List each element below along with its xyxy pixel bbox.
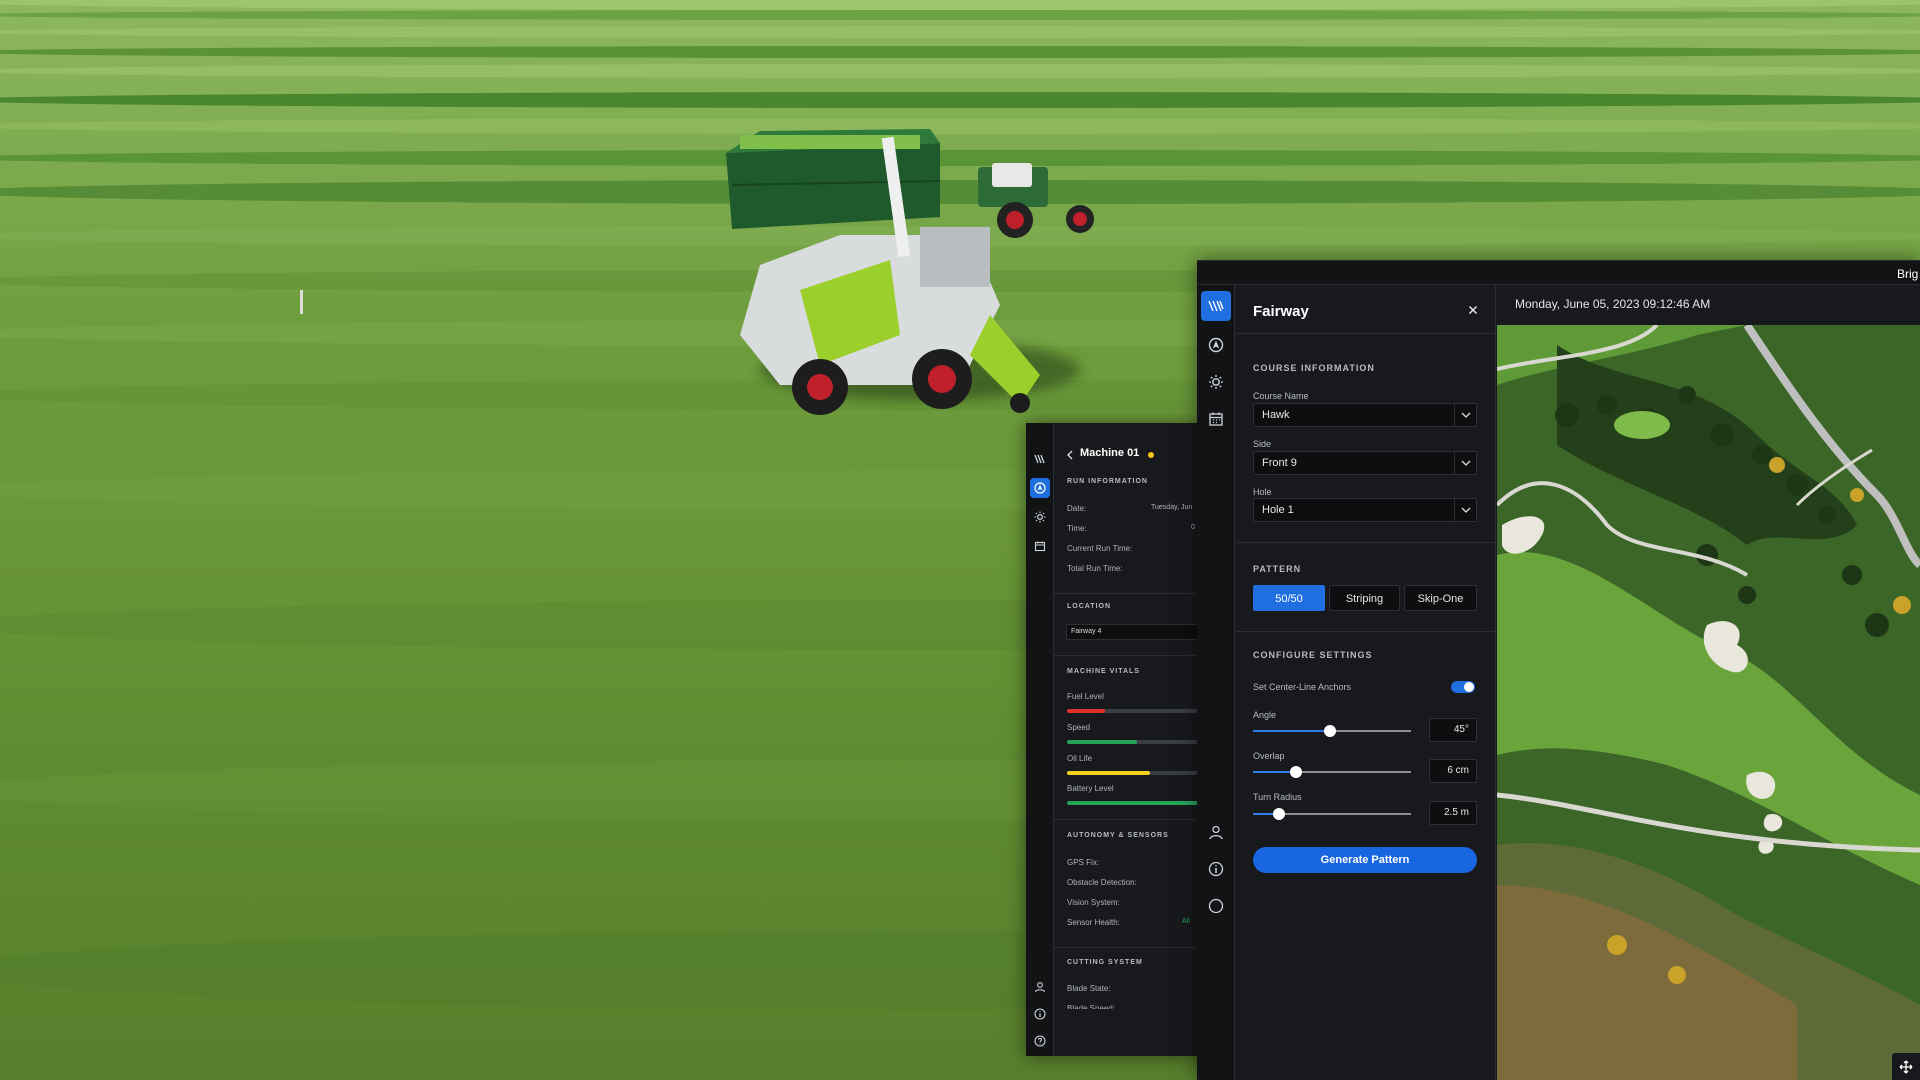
center-line-anchors-toggle[interactable] — [1451, 681, 1475, 693]
fuel-level-fill — [1067, 709, 1105, 713]
overlap-value[interactable]: 6 cm — [1429, 759, 1477, 783]
speed-bar — [1067, 740, 1206, 744]
side-label: Side — [1253, 439, 1272, 449]
panel-title: Fairway — [1253, 303, 1309, 320]
user-icon[interactable] — [1201, 817, 1231, 847]
navigation-icon[interactable] — [1030, 478, 1050, 498]
blade-speed-label: Blade Speed: — [1067, 1004, 1116, 1009]
sensor-health-label: Sensor Health: — [1067, 918, 1120, 927]
blade-state-label: Blade State: — [1067, 984, 1111, 993]
hole-value: Hole 1 — [1262, 504, 1294, 516]
map-imagery — [1497, 325, 1920, 1080]
course-name-label: Course Name — [1253, 391, 1309, 401]
pattern-icon[interactable] — [1030, 449, 1050, 469]
machine-status-dot — [1148, 452, 1154, 458]
machine-panel: Machine 01 RUN INFORMATION Date: Tuesday… — [1026, 423, 1206, 1056]
angle-slider-thumb[interactable] — [1324, 725, 1336, 737]
angle-slider-fill — [1253, 730, 1331, 732]
chevron-down-icon — [1454, 452, 1476, 474]
obstacle-detection-label: Obstacle Detection: — [1067, 878, 1137, 887]
turn-radius-slider-thumb[interactable] — [1273, 808, 1285, 820]
run-date-label: Date: — [1067, 504, 1087, 513]
course-name-select[interactable]: Hawk — [1253, 403, 1477, 427]
center-line-anchors-label: Set Center-Line Anchors — [1253, 682, 1352, 692]
fuel-level-label: Fuel Level — [1067, 692, 1104, 701]
machine-title: Machine 01 — [1080, 447, 1140, 459]
move-icon[interactable] — [1892, 1053, 1920, 1080]
location-field[interactable]: Fairway 4 — [1066, 624, 1206, 640]
info-icon[interactable] — [1201, 854, 1231, 884]
chevron-down-icon — [1454, 499, 1476, 521]
user-icon[interactable] — [1030, 977, 1050, 997]
total-run-time-label: Total Run Time: — [1067, 564, 1123, 573]
back-chevron-icon[interactable] — [1066, 450, 1074, 460]
turn-radius-slider[interactable] — [1253, 808, 1411, 820]
fairway-panel: Brig Fairway COURSE INFORMATION Course N… — [1197, 260, 1920, 1080]
top-bar: Brig — [1197, 261, 1920, 285]
run-date-value: Tuesday, Jun — [1151, 504, 1193, 511]
close-icon[interactable] — [1468, 305, 1478, 315]
golf-course-aerial-map[interactable] — [1497, 325, 1920, 1080]
info-icon[interactable] — [1030, 1004, 1050, 1024]
hole-label: Hole — [1253, 487, 1272, 497]
overlap-label: Overlap — [1253, 751, 1285, 761]
turn-radius-value[interactable]: 2.5 m — [1429, 801, 1477, 825]
generate-pattern-button[interactable]: Generate Pattern — [1253, 847, 1477, 873]
turn-radius-label: Turn Radius — [1253, 792, 1302, 802]
gps-fix-label: GPS Fix: — [1067, 858, 1100, 867]
oil-life-bar — [1067, 771, 1206, 775]
settings-column: Fairway COURSE INFORMATION Course Name H… — [1236, 285, 1496, 1080]
timestamp: Monday, June 05, 2023 09:12:46 AM — [1515, 297, 1711, 311]
pattern-icon[interactable] — [1201, 291, 1231, 321]
location-heading: LOCATION — [1067, 603, 1112, 610]
battery-level-fill — [1067, 801, 1204, 805]
sun-icon[interactable] — [1201, 367, 1231, 397]
autonomy-heading: AUTONOMY & SENSORS — [1067, 832, 1169, 839]
side-select[interactable]: Front 9 — [1253, 451, 1477, 475]
pattern-option-skip-one[interactable]: Skip-One — [1404, 585, 1477, 611]
sensor-health-value: All — [1182, 918, 1190, 925]
overlap-slider-thumb[interactable] — [1290, 766, 1302, 778]
calendar-icon[interactable] — [1030, 536, 1050, 556]
fairway-rail — [1197, 285, 1235, 1080]
pattern-option-50-50[interactable]: 50/50 — [1253, 585, 1325, 611]
chevron-down-icon — [1454, 404, 1476, 426]
help-icon[interactable] — [1030, 1031, 1050, 1051]
speed-fill — [1067, 740, 1137, 744]
oil-life-label: Oil Life — [1067, 754, 1092, 763]
side-value: Front 9 — [1262, 457, 1297, 469]
battery-level-label: Battery Level — [1067, 784, 1114, 793]
machine-rail — [1026, 423, 1054, 1056]
angle-label: Angle — [1253, 710, 1277, 720]
sun-icon[interactable] — [1030, 507, 1050, 527]
speed-label: Speed — [1067, 723, 1091, 732]
overlap-slider[interactable] — [1253, 766, 1411, 778]
pattern-heading: PATTERN — [1253, 564, 1302, 574]
run-information-heading: RUN INFORMATION — [1067, 478, 1148, 485]
course-name-value: Hawk — [1262, 409, 1290, 421]
configure-settings-heading: CONFIGURE SETTINGS — [1253, 650, 1373, 660]
battery-level-bar — [1067, 801, 1206, 805]
course-information-heading: COURSE INFORMATION — [1253, 363, 1375, 373]
toggle-knob — [1464, 682, 1474, 692]
location-value: Fairway 4 — [1071, 628, 1102, 635]
current-run-time-label: Current Run Time: — [1067, 544, 1133, 553]
help-icon[interactable] — [1201, 891, 1231, 921]
angle-slider[interactable] — [1253, 725, 1411, 737]
cutting-system-heading: CUTTING SYSTEM — [1067, 959, 1143, 966]
calendar-icon[interactable] — [1201, 404, 1231, 434]
angle-value[interactable]: 45° — [1429, 718, 1477, 742]
run-time-label: Time: — [1067, 524, 1087, 533]
fuel-level-bar — [1067, 709, 1206, 713]
oil-life-fill — [1067, 771, 1151, 775]
harvester-vehicle — [726, 129, 1094, 415]
vision-system-label: Vision System: — [1067, 898, 1120, 907]
pattern-option-striping[interactable]: Striping — [1329, 585, 1400, 611]
navigation-icon[interactable] — [1201, 330, 1231, 360]
run-time-value: 0 — [1191, 524, 1195, 531]
hole-select[interactable]: Hole 1 — [1253, 498, 1477, 522]
top-right-label: Brig — [1897, 267, 1919, 281]
machine-vitals-heading: MACHINE VITALS — [1067, 668, 1140, 675]
